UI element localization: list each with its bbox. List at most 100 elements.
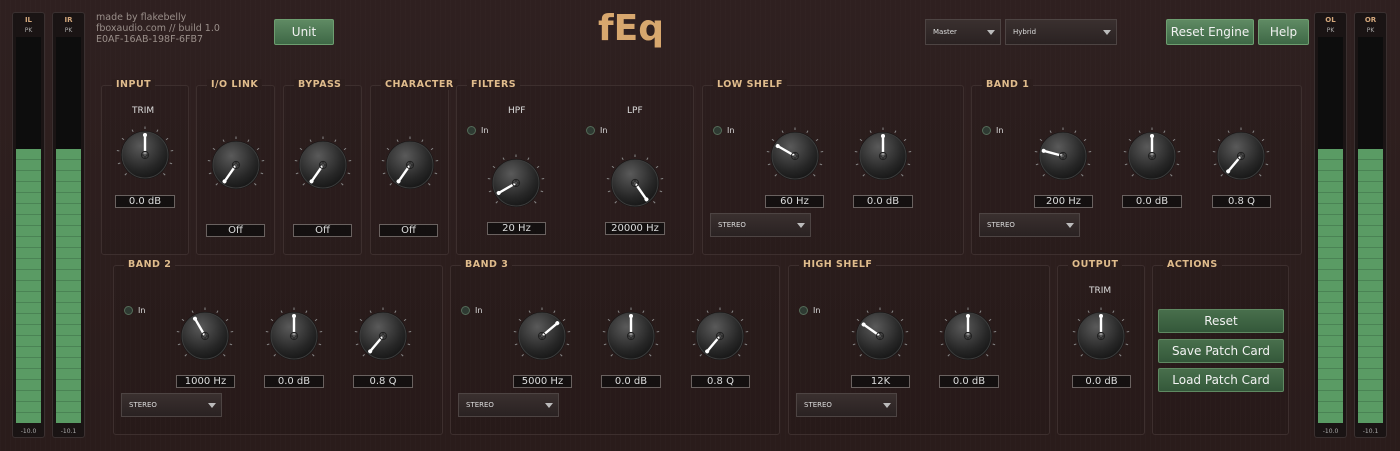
band1-in-toggle[interactable]: In bbox=[982, 126, 1003, 135]
character-panel: CHARACTER Off bbox=[370, 79, 458, 255]
input-panel: INPUT TRIM 0.0 dB bbox=[101, 79, 189, 255]
lpf-in-toggle[interactable]: In bbox=[586, 126, 607, 135]
meter-value: -10.1 bbox=[1362, 428, 1379, 435]
meter-value: -10.0 bbox=[1322, 428, 1339, 435]
meter-fill bbox=[56, 148, 81, 423]
trim-label: TRIM bbox=[132, 106, 155, 116]
band2-freq-value: 1000 Hz bbox=[176, 375, 235, 388]
band3-freq-knob[interactable] bbox=[513, 307, 571, 365]
output-trim-value: 0.0 dB bbox=[1072, 375, 1131, 388]
band1-freq-knob[interactable] bbox=[1034, 127, 1092, 185]
panel-title: I/O LINK bbox=[207, 79, 263, 90]
low-shelf-freq-value: 60 Hz bbox=[765, 195, 824, 208]
mode-select-value: Hybrid bbox=[1013, 28, 1037, 36]
high-shelf-gain-knob[interactable] bbox=[939, 307, 997, 365]
panel-title: BAND 1 bbox=[982, 79, 1034, 90]
band3-freq-value: 5000 Hz bbox=[513, 375, 572, 388]
panel-title: INPUT bbox=[112, 79, 156, 90]
band1-stereo-select[interactable]: STEREO bbox=[979, 213, 1080, 237]
panel-title: CHARACTER bbox=[381, 79, 458, 90]
bypass-panel: BYPASS Off bbox=[283, 79, 362, 255]
input-trim-knob[interactable] bbox=[116, 126, 174, 184]
band3-gain-knob[interactable] bbox=[602, 307, 660, 365]
load-patch-card-button[interactable]: Load Patch Card bbox=[1158, 368, 1284, 392]
character-knob[interactable] bbox=[381, 136, 439, 194]
band2-gain-knob[interactable] bbox=[265, 307, 323, 365]
help-button[interactable]: Help bbox=[1258, 19, 1309, 45]
panel-title: BAND 3 bbox=[461, 259, 513, 270]
chevron-down-icon bbox=[883, 403, 891, 408]
low-shelf-gain-knob[interactable] bbox=[854, 127, 912, 185]
panel-title: BYPASS bbox=[294, 79, 346, 90]
band2-in-toggle[interactable]: In bbox=[124, 306, 145, 315]
actions-panel: ACTIONS Reset Save Patch Card Load Patch… bbox=[1152, 259, 1289, 435]
info-author: made by flakebelly bbox=[96, 12, 187, 23]
low-shelf-in-toggle[interactable]: In bbox=[713, 126, 734, 135]
low-shelf-stereo-select[interactable]: STEREO bbox=[710, 213, 811, 237]
high-shelf-in-toggle[interactable]: In bbox=[799, 306, 820, 315]
meter-input-right: IR PK -10.1 bbox=[52, 12, 85, 438]
led-icon bbox=[982, 126, 991, 135]
band3-panel: BAND 3 In 5000 Hz 0.0 dB 0.8 Q STEREO bbox=[450, 259, 780, 435]
led-icon bbox=[467, 126, 476, 135]
band2-freq-knob[interactable] bbox=[176, 307, 234, 365]
band2-q-value: 0.8 Q bbox=[353, 375, 413, 388]
info-site-build: fboxaudio.com // build 1.0 bbox=[96, 23, 220, 34]
band3-stereo-select[interactable]: STEREO bbox=[458, 393, 559, 417]
meter-peak-label: PK bbox=[64, 27, 73, 34]
meter-label: OR bbox=[1364, 16, 1377, 24]
output-trim-knob[interactable] bbox=[1072, 307, 1130, 365]
save-patch-card-button[interactable]: Save Patch Card bbox=[1158, 339, 1284, 363]
bypass-knob[interactable] bbox=[294, 136, 352, 194]
character-value: Off bbox=[379, 224, 438, 237]
band2-stereo-select[interactable]: STEREO bbox=[121, 393, 222, 417]
meter-output-right: OR PK -10.1 bbox=[1354, 12, 1387, 438]
mode-select[interactable]: Hybrid bbox=[1005, 19, 1117, 45]
chevron-down-icon bbox=[1103, 30, 1111, 35]
master-select[interactable]: Master bbox=[925, 19, 1001, 45]
reset-engine-button[interactable]: Reset Engine bbox=[1166, 19, 1254, 45]
led-icon bbox=[586, 126, 595, 135]
panel-title: BAND 2 bbox=[124, 259, 176, 270]
chevron-down-icon bbox=[208, 403, 216, 408]
reset-button[interactable]: Reset bbox=[1158, 309, 1284, 333]
meter-fill bbox=[16, 148, 41, 423]
panel-title: FILTERS bbox=[467, 79, 521, 90]
trim-label: TRIM bbox=[1089, 286, 1112, 296]
band1-gain-knob[interactable] bbox=[1123, 127, 1181, 185]
unit-button[interactable]: Unit bbox=[274, 19, 334, 45]
high-shelf-freq-value: 12K bbox=[851, 375, 910, 388]
high-shelf-panel: HIGH SHELF In 12K 0.0 dB STEREO bbox=[788, 259, 1050, 435]
low-shelf-freq-knob[interactable] bbox=[766, 127, 824, 185]
filters-panel: FILTERS HPF LPF In In 20 Hz 20000 Hz bbox=[456, 79, 694, 255]
meter-label: IR bbox=[64, 16, 73, 24]
meter-value: -10.1 bbox=[60, 428, 77, 435]
panel-title: HIGH SHELF bbox=[799, 259, 877, 270]
band2-gain-value: 0.0 dB bbox=[264, 375, 324, 388]
meter-input-left: IL PK -10.0 bbox=[12, 12, 45, 438]
panel-title: OUTPUT bbox=[1068, 259, 1123, 270]
panel-title: ACTIONS bbox=[1163, 259, 1222, 270]
chevron-down-icon bbox=[797, 223, 805, 228]
hpf-knob[interactable] bbox=[487, 154, 545, 212]
lpf-value: 20000 Hz bbox=[605, 222, 665, 235]
band3-in-toggle[interactable]: In bbox=[461, 306, 482, 315]
lpf-knob[interactable] bbox=[606, 154, 664, 212]
meter-value: -10.0 bbox=[20, 428, 37, 435]
lpf-label: LPF bbox=[627, 106, 643, 116]
band2-panel: BAND 2 In 1000 Hz 0.0 dB 0.8 Q STEREO bbox=[113, 259, 443, 435]
band2-q-knob[interactable] bbox=[354, 307, 412, 365]
info-serial: E0AF-16AB-198F-6FB7 bbox=[96, 34, 204, 45]
band3-q-knob[interactable] bbox=[691, 307, 749, 365]
high-shelf-freq-knob[interactable] bbox=[851, 307, 909, 365]
hpf-in-toggle[interactable]: In bbox=[467, 126, 488, 135]
meter-label: IL bbox=[24, 16, 33, 24]
panel-title: LOW SHELF bbox=[713, 79, 787, 90]
io-link-knob[interactable] bbox=[207, 136, 265, 194]
chevron-down-icon bbox=[545, 403, 553, 408]
band1-q-knob[interactable] bbox=[1212, 127, 1270, 185]
meter-output-left: OL PK -10.0 bbox=[1314, 12, 1347, 438]
bypass-value: Off bbox=[293, 224, 352, 237]
app-title: fEq bbox=[598, 8, 665, 49]
high-shelf-stereo-select[interactable]: STEREO bbox=[796, 393, 897, 417]
